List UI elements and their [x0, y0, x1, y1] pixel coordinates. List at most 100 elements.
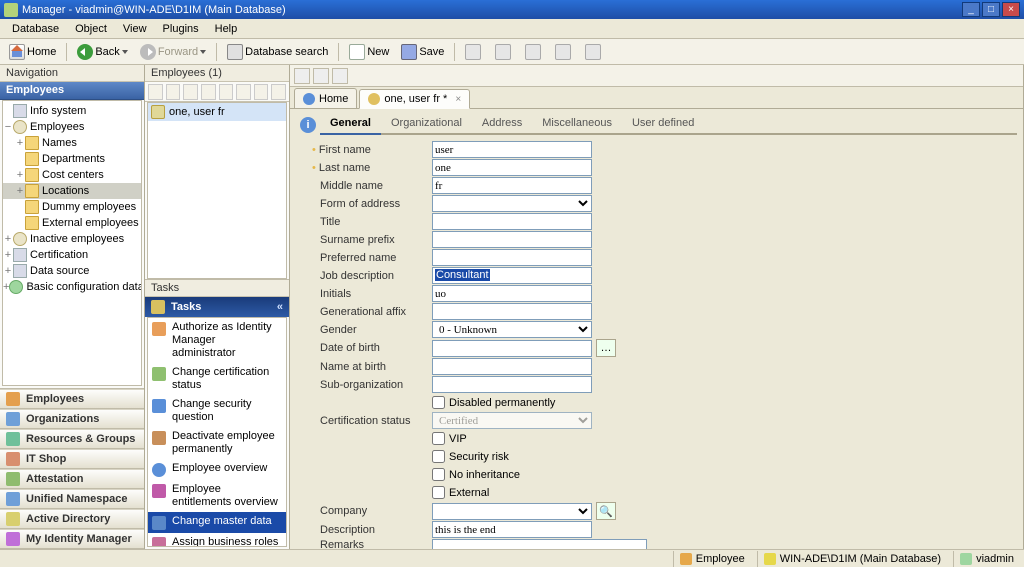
input-surnameprefix[interactable]	[432, 231, 592, 248]
dob-calendar-button[interactable]: …	[596, 339, 616, 357]
task-item[interactable]: Change security question	[148, 395, 286, 427]
tab-user[interactable]: one, user fr * ×	[359, 89, 470, 109]
input-initials[interactable]	[432, 285, 592, 302]
task-item[interactable]: Employee overview	[148, 459, 286, 480]
tree-item[interactable]: −Employees	[3, 119, 141, 135]
input-dob[interactable]	[432, 340, 592, 357]
list-tool-6[interactable]	[236, 84, 251, 100]
company-lookup-button[interactable]: 🔍	[596, 502, 616, 520]
tree-item[interactable]: +Locations	[3, 183, 141, 199]
back-button[interactable]: Back	[72, 42, 132, 62]
expander-icon[interactable]: +	[3, 233, 13, 245]
task-item[interactable]: Change master data	[148, 512, 286, 533]
textarea-remarks[interactable]	[432, 539, 647, 549]
tree-item[interactable]: +Data source	[3, 263, 141, 279]
expander-icon[interactable]: +	[3, 265, 13, 277]
select-company[interactable]	[432, 503, 592, 520]
expander-icon[interactable]	[15, 217, 25, 229]
innertab-organizational[interactable]: Organizational	[381, 113, 472, 135]
home-button[interactable]: Home	[4, 42, 61, 62]
tree-item[interactable]: Info system	[3, 103, 141, 119]
expander-icon[interactable]: −	[3, 121, 13, 133]
navbar-my-identity-manager[interactable]: My Identity Manager	[0, 529, 144, 549]
menu-help[interactable]: Help	[207, 21, 246, 37]
tasks-list[interactable]: Authorize as Identity Manager administra…	[147, 317, 287, 547]
input-preferredname[interactable]	[432, 249, 592, 266]
list-tool-5[interactable]	[219, 84, 234, 100]
detail-tool-3[interactable]	[332, 68, 348, 84]
input-jobdescription[interactable]: Consultant	[432, 267, 592, 284]
tree-item[interactable]: Dummy employees	[3, 199, 141, 215]
navbar-unified-namespace[interactable]: Unified Namespace	[0, 489, 144, 509]
input-genaffix[interactable]	[432, 303, 592, 320]
navbar-it-shop[interactable]: IT Shop	[0, 449, 144, 469]
list-tool-7[interactable]	[254, 84, 269, 100]
detail-tool-2[interactable]	[313, 68, 329, 84]
employee-item[interactable]: one, user fr	[148, 103, 286, 121]
employees-list[interactable]: one, user fr	[147, 102, 287, 279]
expander-icon[interactable]: +	[15, 137, 25, 149]
menu-plugins[interactable]: Plugins	[155, 21, 207, 37]
navbar-active-directory[interactable]: Active Directory	[0, 509, 144, 529]
close-button[interactable]: ×	[1002, 2, 1020, 17]
menu-database[interactable]: Database	[4, 21, 67, 37]
navbar-employees[interactable]: Employees	[0, 389, 144, 409]
check-disabled-permanently[interactable]: Disabled permanently	[432, 396, 555, 409]
check-noinheritance[interactable]: No inheritance	[432, 468, 520, 481]
tab-close-icon[interactable]: ×	[455, 94, 461, 105]
tree-item[interactable]: +Names	[3, 135, 141, 151]
list-tool-8[interactable]	[271, 84, 286, 100]
task-item[interactable]: Deactivate employee permanently	[148, 427, 286, 459]
menu-view[interactable]: View	[115, 21, 155, 37]
task-item[interactable]: Assign business roles and organizations	[148, 533, 286, 547]
input-middlename[interactable]	[432, 177, 592, 194]
innertab-general[interactable]: General	[320, 113, 381, 135]
toolbar-btn-2[interactable]	[490, 42, 518, 62]
toolbar-btn-1[interactable]	[460, 42, 488, 62]
input-description[interactable]	[432, 521, 592, 538]
navbar-resources-groups[interactable]: Resources & Groups	[0, 429, 144, 449]
expander-icon[interactable]: +	[15, 185, 25, 197]
list-tool-2[interactable]	[166, 84, 181, 100]
navbar-attestation[interactable]: Attestation	[0, 469, 144, 489]
forward-button[interactable]: Forward	[135, 42, 211, 62]
task-item[interactable]: Authorize as Identity Manager administra…	[148, 318, 286, 363]
innertab-address[interactable]: Address	[472, 113, 532, 135]
tree-item[interactable]: External employees	[3, 215, 141, 231]
menu-object[interactable]: Object	[67, 21, 115, 37]
input-suborg[interactable]	[432, 376, 592, 393]
select-formofaddress[interactable]	[432, 195, 592, 212]
navbar-organizations[interactable]: Organizations	[0, 409, 144, 429]
tree-item[interactable]: +Basic configuration data	[3, 279, 141, 295]
navigation-tree[interactable]: Info system−Employees+Names Departments +…	[2, 100, 142, 386]
task-item[interactable]: Employee entitlements overview	[148, 480, 286, 512]
new-button[interactable]: New	[344, 42, 394, 62]
expander-icon[interactable]	[3, 105, 13, 117]
input-firstname[interactable]	[432, 141, 592, 158]
tasks-group-header[interactable]: Tasks «	[145, 297, 289, 317]
minimize-button[interactable]: _	[962, 2, 980, 17]
task-item[interactable]: Change certification status	[148, 363, 286, 395]
maximize-button[interactable]: □	[982, 2, 1000, 17]
input-lastname[interactable]	[432, 159, 592, 176]
check-securityrisk[interactable]: Security risk	[432, 450, 509, 463]
toolbar-btn-4[interactable]	[550, 42, 578, 62]
expander-icon[interactable]: +	[3, 249, 13, 261]
tab-home[interactable]: Home	[294, 88, 357, 108]
save-button[interactable]: Save	[396, 42, 449, 62]
expander-icon[interactable]	[15, 153, 25, 165]
check-vip[interactable]: VIP	[432, 432, 467, 445]
input-nameatbirth[interactable]	[432, 358, 592, 375]
list-tool-3[interactable]	[183, 84, 198, 100]
list-tool-1[interactable]	[148, 84, 163, 100]
tree-item[interactable]: +Certification	[3, 247, 141, 263]
toolbar-btn-5[interactable]	[580, 42, 608, 62]
tree-item[interactable]: +Inactive employees	[3, 231, 141, 247]
list-tool-4[interactable]	[201, 84, 216, 100]
select-gender[interactable]: 0 - Unknown	[432, 321, 592, 338]
innertab-miscellaneous[interactable]: Miscellaneous	[532, 113, 622, 135]
expander-icon[interactable]	[15, 201, 25, 213]
tree-item[interactable]: Departments	[3, 151, 141, 167]
check-external[interactable]: External	[432, 486, 489, 499]
innertab-userdefined[interactable]: User defined	[622, 113, 704, 135]
